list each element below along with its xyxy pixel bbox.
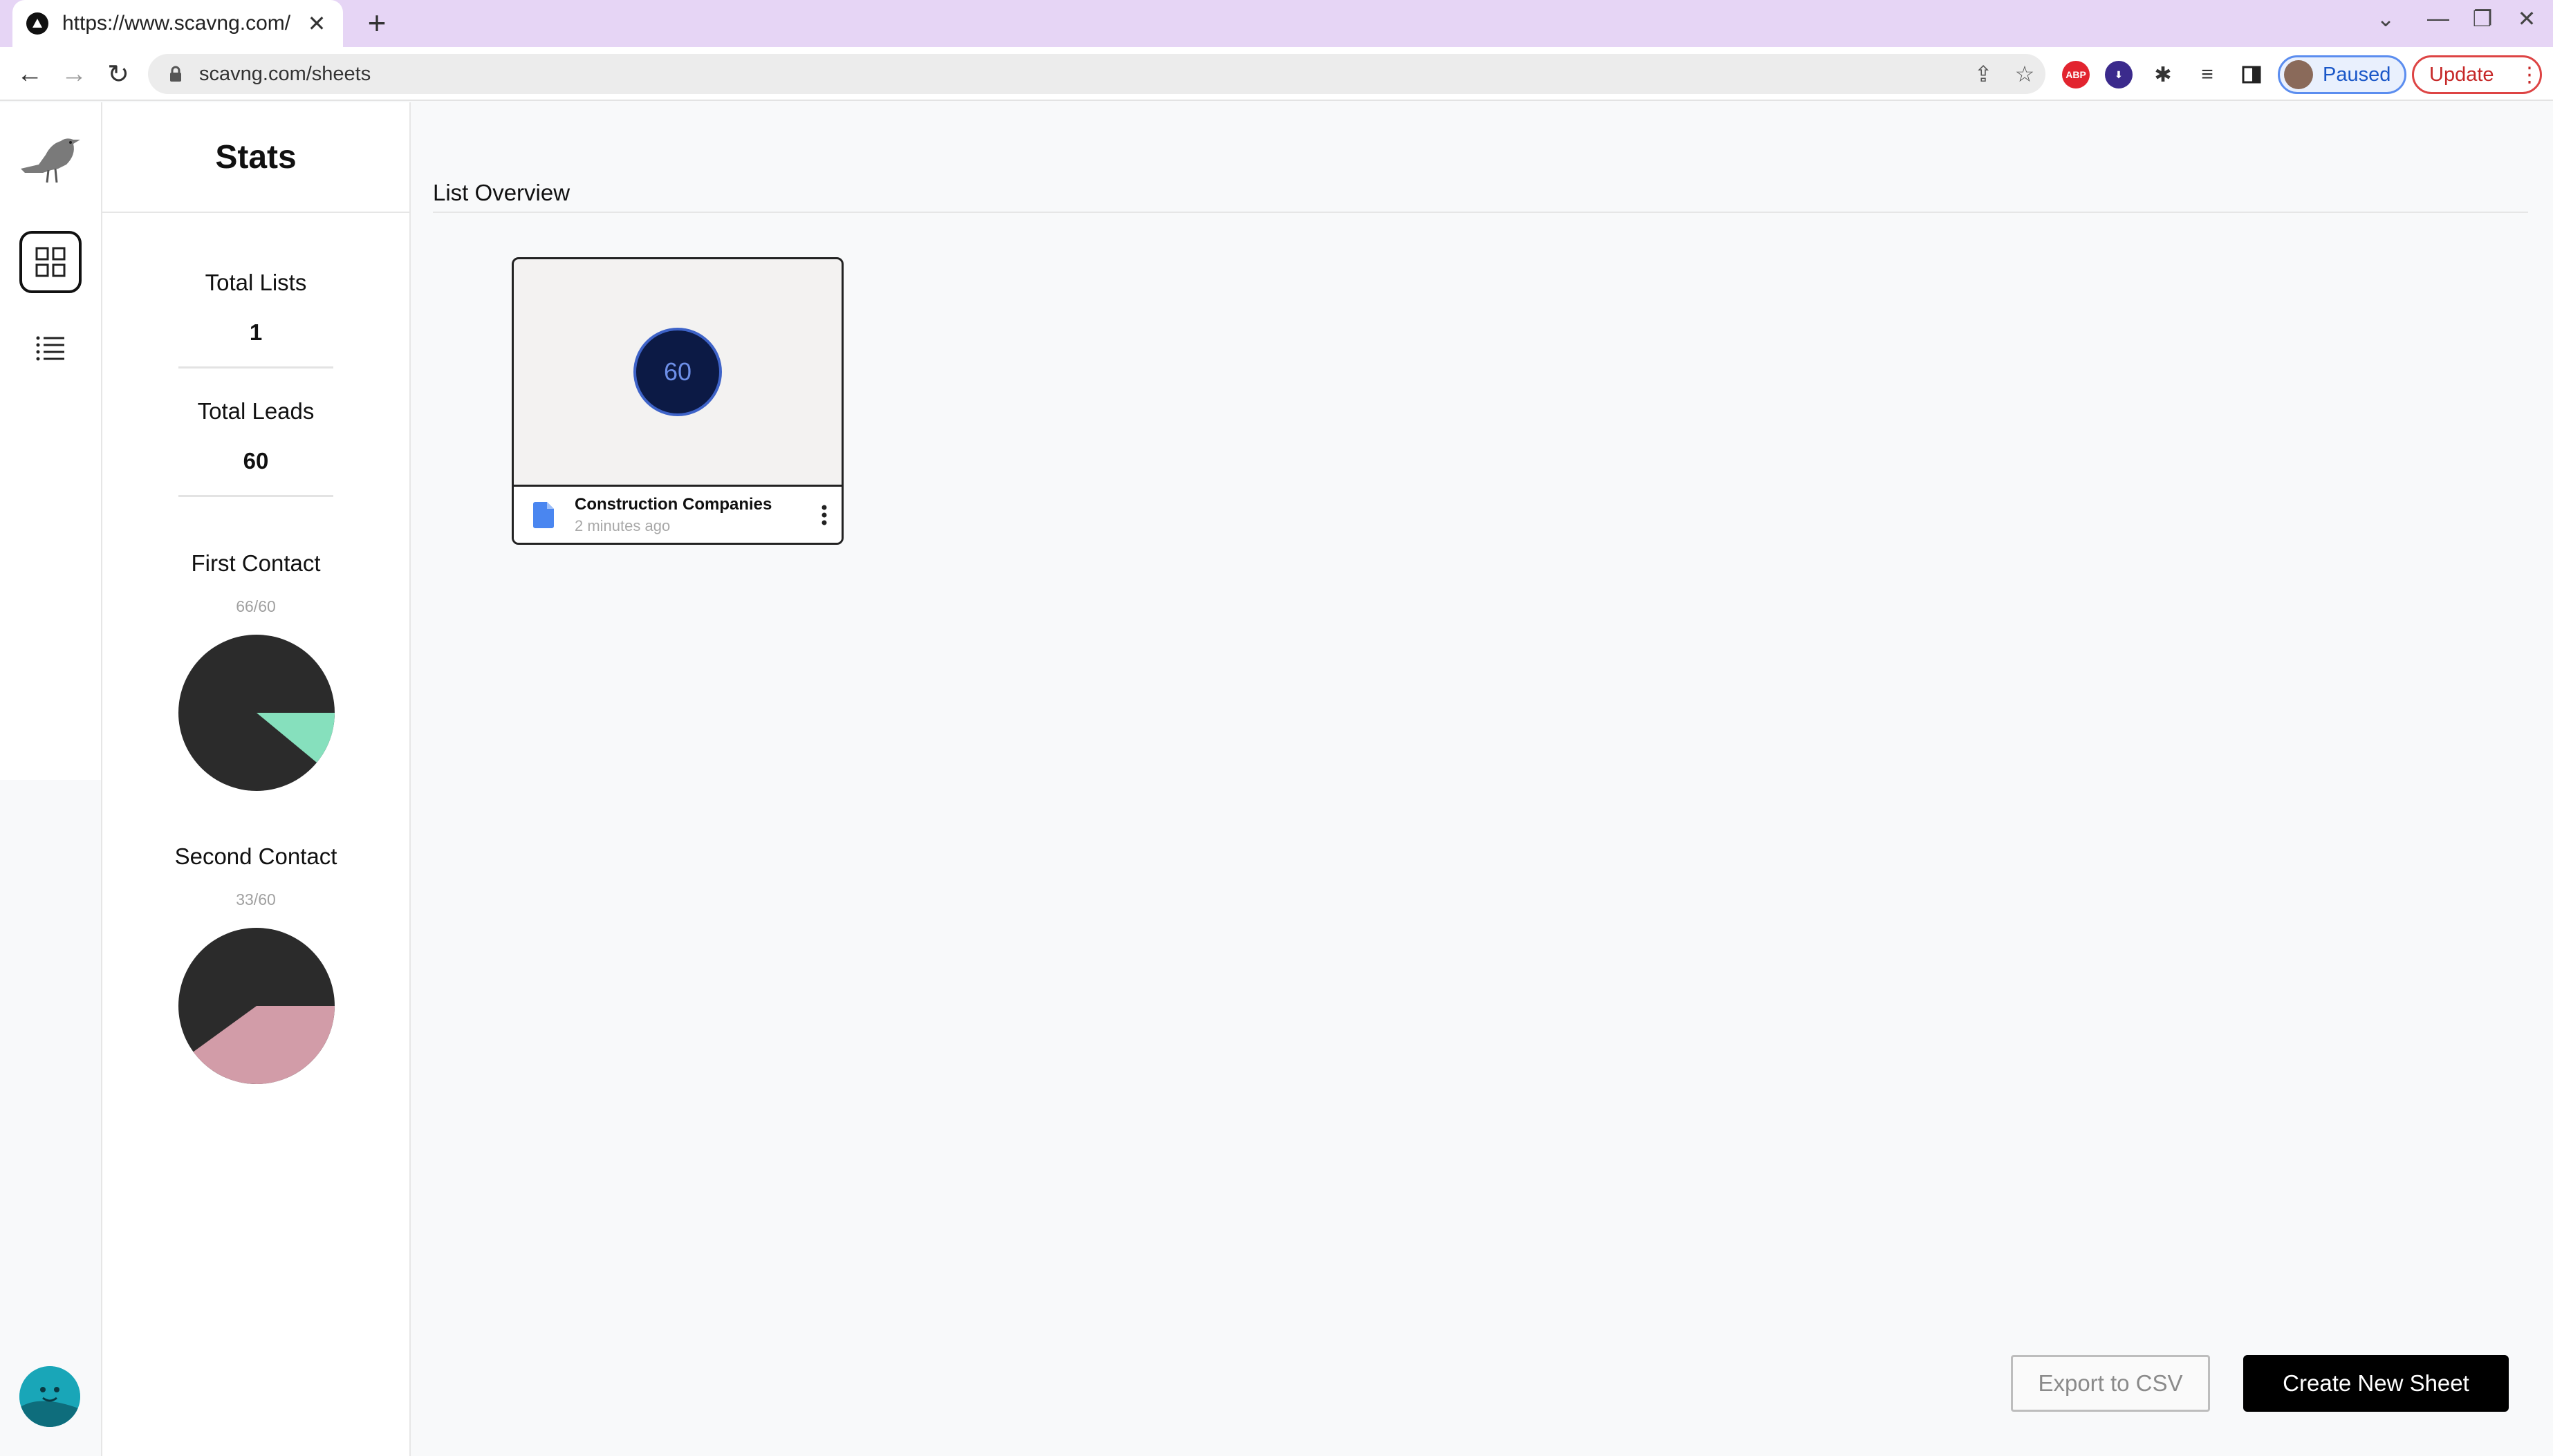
first-contact-pie-chart: [178, 635, 335, 791]
profile-status-text: Paused: [2323, 63, 2391, 86]
profile-avatar: [2284, 60, 2313, 89]
user-avatar[interactable]: [19, 1366, 80, 1427]
sheet-card-preview[interactable]: 60: [514, 259, 842, 485]
adblock-extension-icon[interactable]: ABP: [2062, 61, 2090, 88]
lead-count-badge: 60: [633, 328, 722, 416]
extensions-puzzle-icon[interactable]: ✱: [2149, 61, 2177, 88]
total-lists-label: Total Lists: [205, 270, 307, 295]
update-label: Update: [2429, 63, 2494, 86]
stats-panel: Stats Total Lists 1 Total Leads 60 First…: [102, 102, 411, 1456]
sheet-timestamp: 2 minutes ago: [575, 516, 671, 534]
close-tab-icon[interactable]: ✕: [304, 10, 329, 37]
forward-icon[interactable]: →: [57, 57, 91, 91]
share-icon[interactable]: ⇪: [1962, 61, 2004, 87]
total-leads-label: Total Leads: [197, 398, 315, 424]
lock-icon: [170, 66, 181, 82]
back-icon[interactable]: ←: [12, 57, 47, 91]
divider: [102, 212, 409, 213]
minimize-icon[interactable]: —: [2417, 6, 2459, 31]
update-button[interactable]: Update ⋮: [2412, 55, 2542, 94]
kebab-menu-icon: [821, 505, 827, 525]
profile-paused-button[interactable]: Paused: [2278, 55, 2406, 94]
site-favicon-icon: [26, 12, 48, 35]
close-window-icon[interactable]: ✕: [2506, 6, 2547, 32]
media-playlist-icon[interactable]: ≡: [2193, 61, 2221, 88]
url-text: scavng.com/sheets: [199, 62, 371, 85]
browser-tab[interactable]: https://www.scavng.com/ ✕: [12, 0, 343, 47]
second-contact-ratio: 33/60: [236, 890, 276, 908]
first-contact-ratio: 66/60: [236, 597, 276, 615]
document-icon: [533, 501, 554, 528]
restore-icon[interactable]: ❐: [2462, 6, 2503, 32]
reload-icon[interactable]: ↻: [101, 57, 136, 91]
sheet-card-footer: Construction Companies 2 minutes ago: [514, 485, 842, 543]
second-contact-pie-chart: [178, 928, 335, 1084]
side-panel-icon[interactable]: [2238, 61, 2265, 88]
browser-tab-strip: https://www.scavng.com/ ✕ + ⌄ — ❐ ✕: [0, 0, 2553, 47]
second-contact-label: Second Contact: [174, 843, 337, 869]
grid-icon: [35, 247, 66, 277]
list-view-button[interactable]: [19, 317, 82, 379]
divider: [178, 366, 333, 368]
list-overview-title: List Overview: [433, 180, 570, 205]
tab-title: https://www.scavng.com/: [62, 12, 291, 35]
crow-logo-icon[interactable]: [18, 130, 84, 185]
bookmark-star-icon[interactable]: ☆: [2004, 61, 2045, 87]
download-extension-icon[interactable]: ⬇: [2105, 61, 2133, 88]
kebab-menu-icon: ⋮: [2519, 63, 2540, 86]
stats-title: Stats: [215, 139, 297, 176]
new-tab-button[interactable]: +: [360, 4, 394, 41]
rail-lower-area: [0, 780, 101, 1456]
create-new-sheet-button[interactable]: Create New Sheet: [2243, 1355, 2509, 1412]
sheet-card[interactable]: 60 Construction Companies 2 minutes ago: [512, 257, 844, 545]
tab-search-chevron-icon[interactable]: ⌄: [2365, 6, 2406, 32]
app-nav-rail: [0, 102, 102, 1456]
divider: [178, 495, 333, 497]
sheet-card-info: Construction Companies 2 minutes ago: [575, 495, 807, 535]
export-csv-button[interactable]: Export to CSV: [2011, 1355, 2210, 1412]
sheet-name: Construction Companies: [575, 494, 772, 514]
divider: [433, 212, 2528, 213]
list-icon: [36, 336, 64, 361]
total-lists-value: 1: [249, 319, 263, 345]
first-contact-label: First Contact: [191, 550, 321, 576]
grid-view-button[interactable]: [19, 231, 82, 293]
card-more-options-button[interactable]: [807, 504, 842, 526]
total-leads-value: 60: [243, 448, 269, 474]
address-bar[interactable]: scavng.com/sheets ⇪ ☆: [148, 54, 2045, 94]
browser-toolbar: ← → ↻ scavng.com/sheets ⇪ ☆ ABP ⬇ ✱ ≡ Pa…: [0, 47, 2553, 101]
